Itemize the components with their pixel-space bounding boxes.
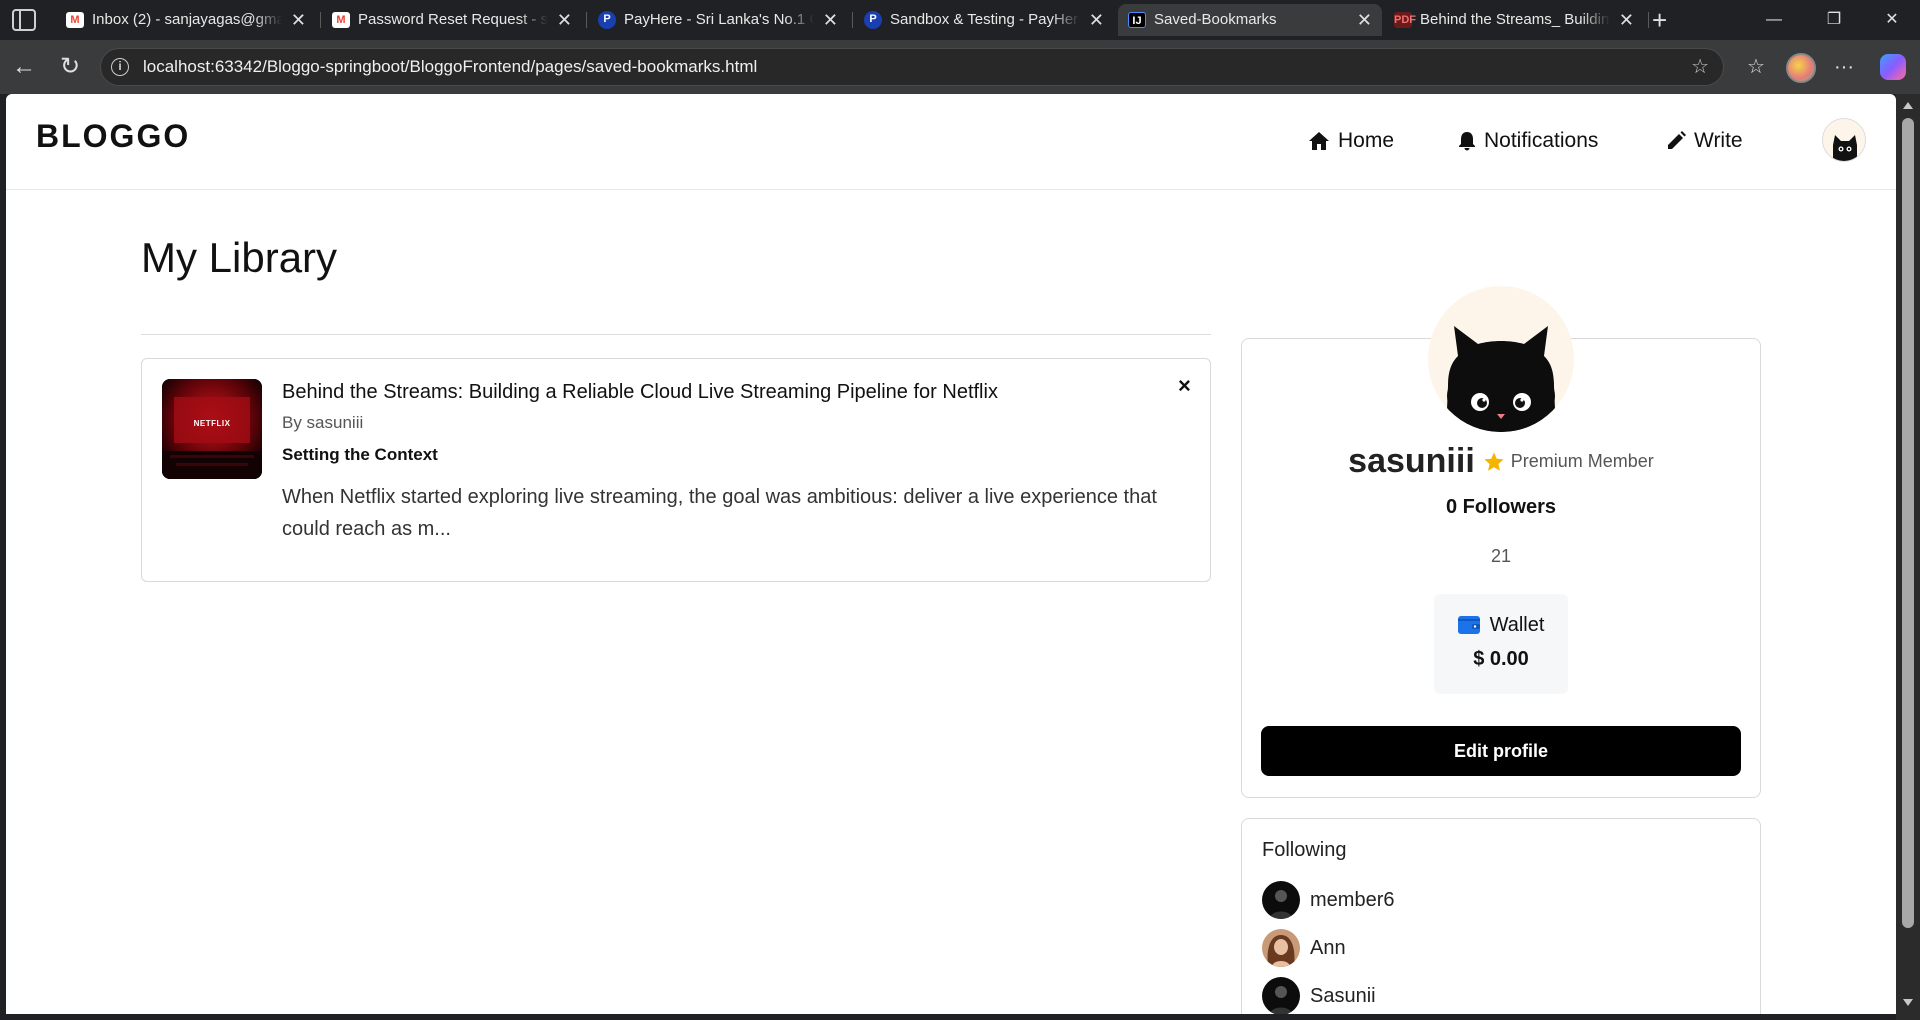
site-header: BLOGGO Home Notifications Write — [6, 94, 1896, 190]
minimize-button[interactable]: — — [1746, 0, 1802, 40]
following-title: Following — [1262, 839, 1347, 861]
site-info-icon[interactable]: i — [111, 58, 129, 76]
bookmark-card[interactable]: NETFLIX Behind the Streams: Building a R… — [141, 358, 1211, 582]
gmail-icon: M — [66, 12, 84, 28]
close-icon[interactable]: ✕ — [291, 4, 306, 36]
wallet-icon — [1457, 616, 1480, 634]
reload-button[interactable]: ↻ — [54, 52, 86, 82]
thumbnail-label: NETFLIX — [193, 419, 231, 428]
page-title: My Library — [141, 234, 338, 281]
following-name[interactable]: Sasunii — [1310, 985, 1376, 1008]
bookmark-excerpt: When Netflix started exploring live stre… — [282, 486, 1157, 540]
avatar[interactable] — [1262, 977, 1300, 1014]
bookmark-thumbnail[interactable]: NETFLIX — [162, 379, 262, 479]
close-icon[interactable]: ✕ — [557, 4, 572, 36]
address-bar: ← ↻ i localhost:63342/Bloggo-springboot/… — [0, 40, 1920, 94]
avatar[interactable] — [1822, 118, 1866, 162]
payhere-icon: P — [864, 11, 882, 29]
bookmark-subtitle: Setting the Context — [282, 445, 438, 464]
following-card: Following member6 Ann Sasunii — [1241, 818, 1761, 1014]
close-icon[interactable]: ✕ — [1619, 4, 1634, 36]
avatar[interactable] — [1262, 929, 1300, 967]
profile-avatar[interactable] — [1428, 286, 1574, 432]
wallet-label-row: Wallet — [1434, 614, 1568, 637]
url-field[interactable]: i localhost:63342/Bloggo-springboot/Blog… — [100, 48, 1724, 86]
list-item[interactable]: Sasunii — [1262, 977, 1742, 1014]
following-name[interactable]: member6 — [1310, 889, 1394, 912]
favorites-icon[interactable]: ☆ — [1740, 52, 1772, 82]
pdf-icon: PDF — [1394, 12, 1416, 28]
tab-password-reset[interactable]: M Password Reset Request - sasunii ✕ — [322, 4, 582, 36]
tab-payhere[interactable]: P PayHere - Sri Lanka's No.1 Online Paym… — [588, 4, 848, 36]
restore-button[interactable]: ❐ — [1806, 0, 1862, 40]
wallet-box[interactable]: Wallet $ 0.00 — [1434, 594, 1568, 694]
site-logo[interactable]: BLOGGO — [36, 118, 190, 155]
payhere-icon: P — [598, 11, 616, 29]
remove-bookmark-button[interactable]: × — [1178, 373, 1191, 399]
new-tab-button[interactable]: + — [1652, 4, 1667, 36]
netflix-thumbnail-image — [162, 379, 262, 479]
close-window-button[interactable]: ✕ — [1864, 0, 1920, 40]
nav-notifications[interactable]: Notifications — [1458, 128, 1598, 154]
tab-behind-the-streams-pdf[interactable]: PDF Behind the Streams_ Building ✕ — [1384, 4, 1644, 36]
star-icon — [1484, 451, 1504, 471]
nav-write[interactable]: Write — [1666, 128, 1743, 154]
tab-saved-bookmarks[interactable]: IJ Saved-Bookmarks ✕ — [1118, 4, 1382, 36]
back-button[interactable]: ← — [8, 52, 40, 82]
premium-badge: Premium Member — [1510, 451, 1654, 471]
browser-tab-bar: M Inbox (2) - sanjayagas@gmail.com ✕ M P… — [0, 0, 1920, 40]
list-item[interactable]: member6 — [1262, 881, 1742, 921]
url-text: localhost:63342/Bloggo-springboot/Bloggo… — [143, 57, 758, 76]
following-name[interactable]: Ann — [1310, 937, 1346, 960]
bookmark-author: By sasuniii — [282, 413, 364, 432]
list-item[interactable]: Ann — [1262, 929, 1742, 969]
wallet-amount: $ 0.00 — [1473, 648, 1529, 670]
close-icon[interactable]: ✕ — [1357, 4, 1372, 36]
tab-payhere-sandbox[interactable]: P Sandbox & Testing - PayHere ✕ — [854, 4, 1114, 36]
browser-profile-avatar[interactable] — [1786, 53, 1816, 83]
close-icon[interactable]: ✕ — [1089, 4, 1104, 36]
bookmark-title[interactable]: Behind the Streams: Building a Reliable … — [282, 381, 998, 404]
edit-profile-button[interactable]: Edit profile — [1261, 726, 1741, 776]
scrollbar[interactable] — [1896, 94, 1920, 1020]
tab-actions-icon[interactable] — [12, 9, 36, 31]
bell-icon — [1459, 132, 1475, 151]
username-row: sasuniii Premium Member — [1241, 442, 1761, 481]
home-icon — [1309, 132, 1329, 150]
cat-avatar-icon — [1833, 135, 1857, 161]
page-viewport: BLOGGO Home Notifications Write My Libra… — [6, 94, 1896, 1014]
user-avatar-icon — [1262, 929, 1300, 967]
divider — [141, 334, 1211, 335]
username: sasuniii — [1348, 442, 1475, 480]
pencil-icon — [1668, 131, 1686, 149]
user-avatar-icon — [1262, 977, 1300, 1014]
scroll-up-icon[interactable] — [1903, 102, 1913, 109]
more-icon[interactable]: ··· — [1828, 52, 1860, 82]
followers-count[interactable]: 0 Followers — [1241, 496, 1761, 519]
gmail-icon: M — [332, 12, 350, 28]
user-avatar-icon — [1262, 881, 1300, 919]
stat-count: 21 — [1490, 546, 1512, 566]
cat-avatar-icon — [1446, 326, 1556, 432]
scrollbar-thumb[interactable] — [1902, 118, 1914, 928]
nav-home[interactable]: Home — [1308, 128, 1394, 154]
scroll-down-icon[interactable] — [1903, 999, 1913, 1006]
copilot-icon[interactable] — [1880, 54, 1906, 80]
avatar[interactable] — [1262, 881, 1300, 919]
close-icon[interactable]: ✕ — [823, 4, 838, 36]
tab-gmail-inbox[interactable]: M Inbox (2) - sanjayagas@gmail.com ✕ — [56, 4, 316, 36]
star-icon[interactable]: ☆ — [1691, 49, 1709, 85]
intellij-icon: IJ — [1128, 12, 1146, 28]
